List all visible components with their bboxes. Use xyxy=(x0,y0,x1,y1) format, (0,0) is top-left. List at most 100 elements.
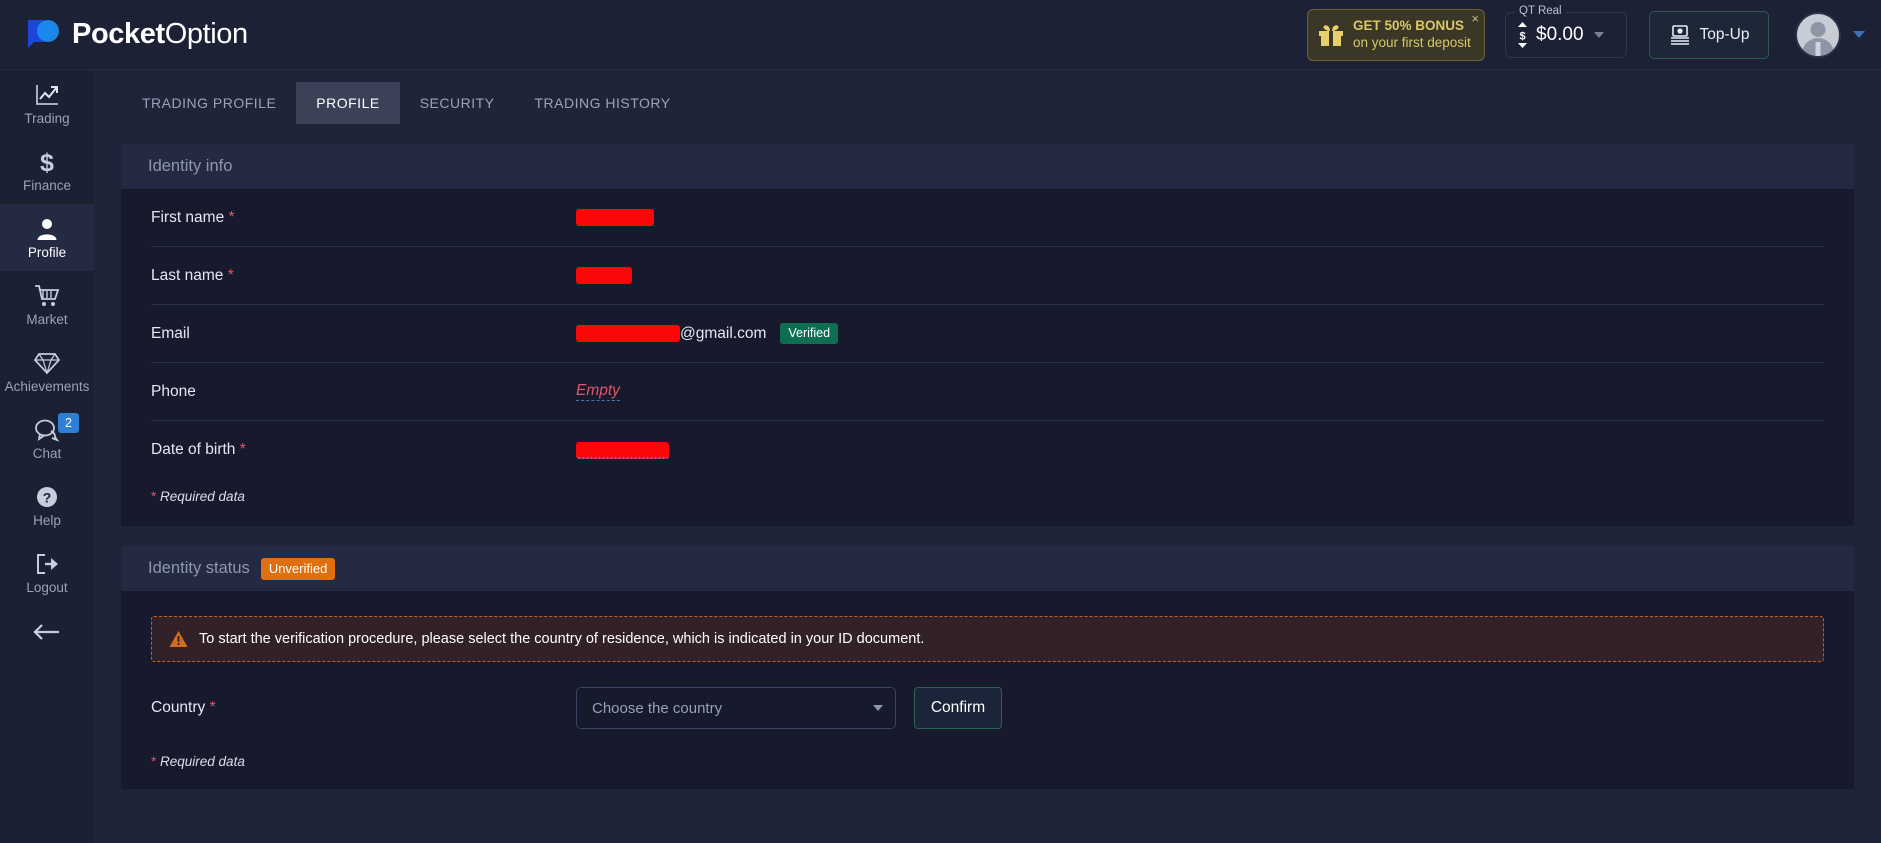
identity-status-card: Identity status Unverified To start the … xyxy=(121,546,1854,789)
last-name-value[interactable] xyxy=(576,267,632,284)
required-star: * xyxy=(228,208,235,226)
field-row-last-name: Last name * xyxy=(151,247,1824,305)
user-icon xyxy=(35,216,59,242)
svg-text:$: $ xyxy=(1519,30,1525,42)
chevron-down-icon[interactable] xyxy=(1853,31,1865,38)
identity-info-title: Identity info xyxy=(148,157,233,175)
field-row-email: Email @gmail.com Verified xyxy=(151,305,1824,363)
sidebar-collapse-button[interactable] xyxy=(0,606,94,662)
email-value[interactable]: @gmail.com Verified xyxy=(576,323,839,344)
main-content: TRADING PROFILE PROFILE SECURITY TRADING… xyxy=(94,70,1881,843)
balance-amount: $0.00 xyxy=(1536,23,1584,45)
status-badge-verified: Verified xyxy=(780,323,839,344)
sidebar-item-label: Help xyxy=(33,512,61,528)
chat-unread-badge: 2 xyxy=(58,413,79,433)
identity-info-body: First name * Last name * Email @gmail.co… xyxy=(121,189,1854,526)
status-badge-unverified: Unverified xyxy=(260,557,336,580)
required-note-text: Required data xyxy=(156,754,245,769)
svg-text:?: ? xyxy=(43,489,52,505)
field-row-first-name: First name * xyxy=(151,189,1824,247)
sidebar-item-finance[interactable]: $ Finance xyxy=(0,137,94,204)
identity-status-body: To start the verification procedure, ple… xyxy=(121,616,1854,789)
question-mark-icon: ? xyxy=(35,484,59,510)
sidebar-item-achievements[interactable]: Achievements xyxy=(0,338,94,405)
required-star: * xyxy=(239,441,246,458)
sidebar-item-label: Chat xyxy=(32,445,62,461)
date-of-birth-label-text: Date of birth xyxy=(151,441,236,458)
sidebar-item-help[interactable]: ? Help xyxy=(0,472,94,539)
chevron-down-icon xyxy=(873,705,883,711)
top-up-button[interactable]: Top-Up xyxy=(1649,10,1769,59)
tab-trading-history[interactable]: TRADING HISTORY xyxy=(515,82,691,124)
sidebar-item-label: Profile xyxy=(27,244,67,260)
avatar-head xyxy=(1810,21,1826,37)
email-domain: @gmail.com xyxy=(680,324,767,342)
identity-status-header: Identity status Unverified xyxy=(121,546,1854,591)
first-name-value[interactable] xyxy=(576,209,654,226)
first-name-label: First name * xyxy=(151,209,576,227)
sidebar-item-trading[interactable]: Trading xyxy=(0,70,94,137)
last-name-label-text: Last name xyxy=(151,266,224,284)
sidebar-nav: Trading $ Finance Profile Market Achieve… xyxy=(0,70,94,843)
sidebar-item-chat[interactable]: 2 Chat xyxy=(0,405,94,472)
svg-text:$: $ xyxy=(40,149,54,175)
redacted-last-name xyxy=(576,267,632,284)
arrow-left-icon xyxy=(32,623,62,646)
balance-account-label: QT Real xyxy=(1515,4,1566,17)
updown-dollar-icon: $ xyxy=(1516,21,1529,48)
redacted-date-of-birth xyxy=(576,441,669,459)
chat-bubble-icon xyxy=(34,417,60,443)
logout-icon xyxy=(34,551,60,577)
profile-tabs: TRADING PROFILE PROFILE SECURITY TRADING… xyxy=(122,82,1881,124)
bonus-text: GET 50% BONUS on your first deposit xyxy=(1353,18,1471,52)
sidebar-item-market[interactable]: Market xyxy=(0,271,94,338)
confirm-button[interactable]: Confirm xyxy=(914,687,1002,729)
dollar-icon: $ xyxy=(37,149,57,175)
required-star: * xyxy=(209,699,216,716)
top-up-label: Top-Up xyxy=(1699,25,1750,43)
verification-warning-banner: To start the verification procedure, ple… xyxy=(151,616,1824,662)
redacted-first-name xyxy=(576,209,654,226)
brand-name-bold: Pocket xyxy=(72,18,165,50)
email-label: Email xyxy=(151,324,190,342)
chevron-down-icon[interactable] xyxy=(1593,31,1604,38)
gift-icon xyxy=(1318,23,1344,47)
phone-value[interactable]: Empty xyxy=(576,382,620,401)
brand-logo[interactable]: PocketOption xyxy=(26,17,248,53)
sidebar-item-label: Logout xyxy=(26,579,68,595)
tab-security[interactable]: SECURITY xyxy=(400,82,515,124)
app-header: PocketOption GET 50% BONUS on your first… xyxy=(0,0,1881,70)
required-note-text: Required data xyxy=(156,489,245,504)
field-row-phone: Phone Empty xyxy=(151,363,1824,421)
sidebar-item-logout[interactable]: Logout xyxy=(0,539,94,606)
country-row: Country * Choose the country Confirm xyxy=(151,662,1824,754)
tab-trading-profile[interactable]: TRADING PROFILE xyxy=(122,82,296,124)
brand-name-thin: Option xyxy=(164,18,248,50)
verification-warning-text: To start the verification procedure, ple… xyxy=(199,631,925,647)
avatar[interactable] xyxy=(1795,11,1841,58)
country-select-placeholder: Choose the country xyxy=(592,699,723,717)
tab-profile[interactable]: PROFILE xyxy=(296,82,400,124)
identity-info-header: Identity info xyxy=(121,144,1854,189)
cart-icon xyxy=(34,283,60,309)
sidebar-item-profile[interactable]: Profile xyxy=(0,204,94,271)
pocketoption-logo-icon xyxy=(26,17,62,53)
date-of-birth-value[interactable] xyxy=(576,441,669,459)
country-select[interactable]: Choose the country xyxy=(576,687,896,729)
identity-info-card: Identity info First name * Last name * E… xyxy=(121,144,1854,526)
phone-empty-link[interactable]: Empty xyxy=(576,382,620,401)
close-icon[interactable]: × xyxy=(1471,12,1479,25)
user-menu[interactable] xyxy=(1795,11,1865,58)
balance-selector[interactable]: QT Real $ $0.00 xyxy=(1505,4,1627,58)
last-name-label: Last name * xyxy=(151,267,576,285)
country-label-text: Country xyxy=(151,699,206,716)
sidebar-item-label: Trading xyxy=(24,110,70,126)
bonus-promo-banner[interactable]: GET 50% BONUS on your first deposit × xyxy=(1307,8,1485,61)
bonus-line-1: GET 50% BONUS xyxy=(1353,17,1465,33)
sidebar-item-label: Market xyxy=(26,311,68,327)
brand-name: PocketOption xyxy=(72,18,248,51)
bonus-line-2: on your first deposit xyxy=(1353,34,1471,50)
identity-info-required-note: * Required data xyxy=(151,479,1824,526)
avatar-tie xyxy=(1815,41,1821,56)
diamond-icon xyxy=(33,350,61,376)
